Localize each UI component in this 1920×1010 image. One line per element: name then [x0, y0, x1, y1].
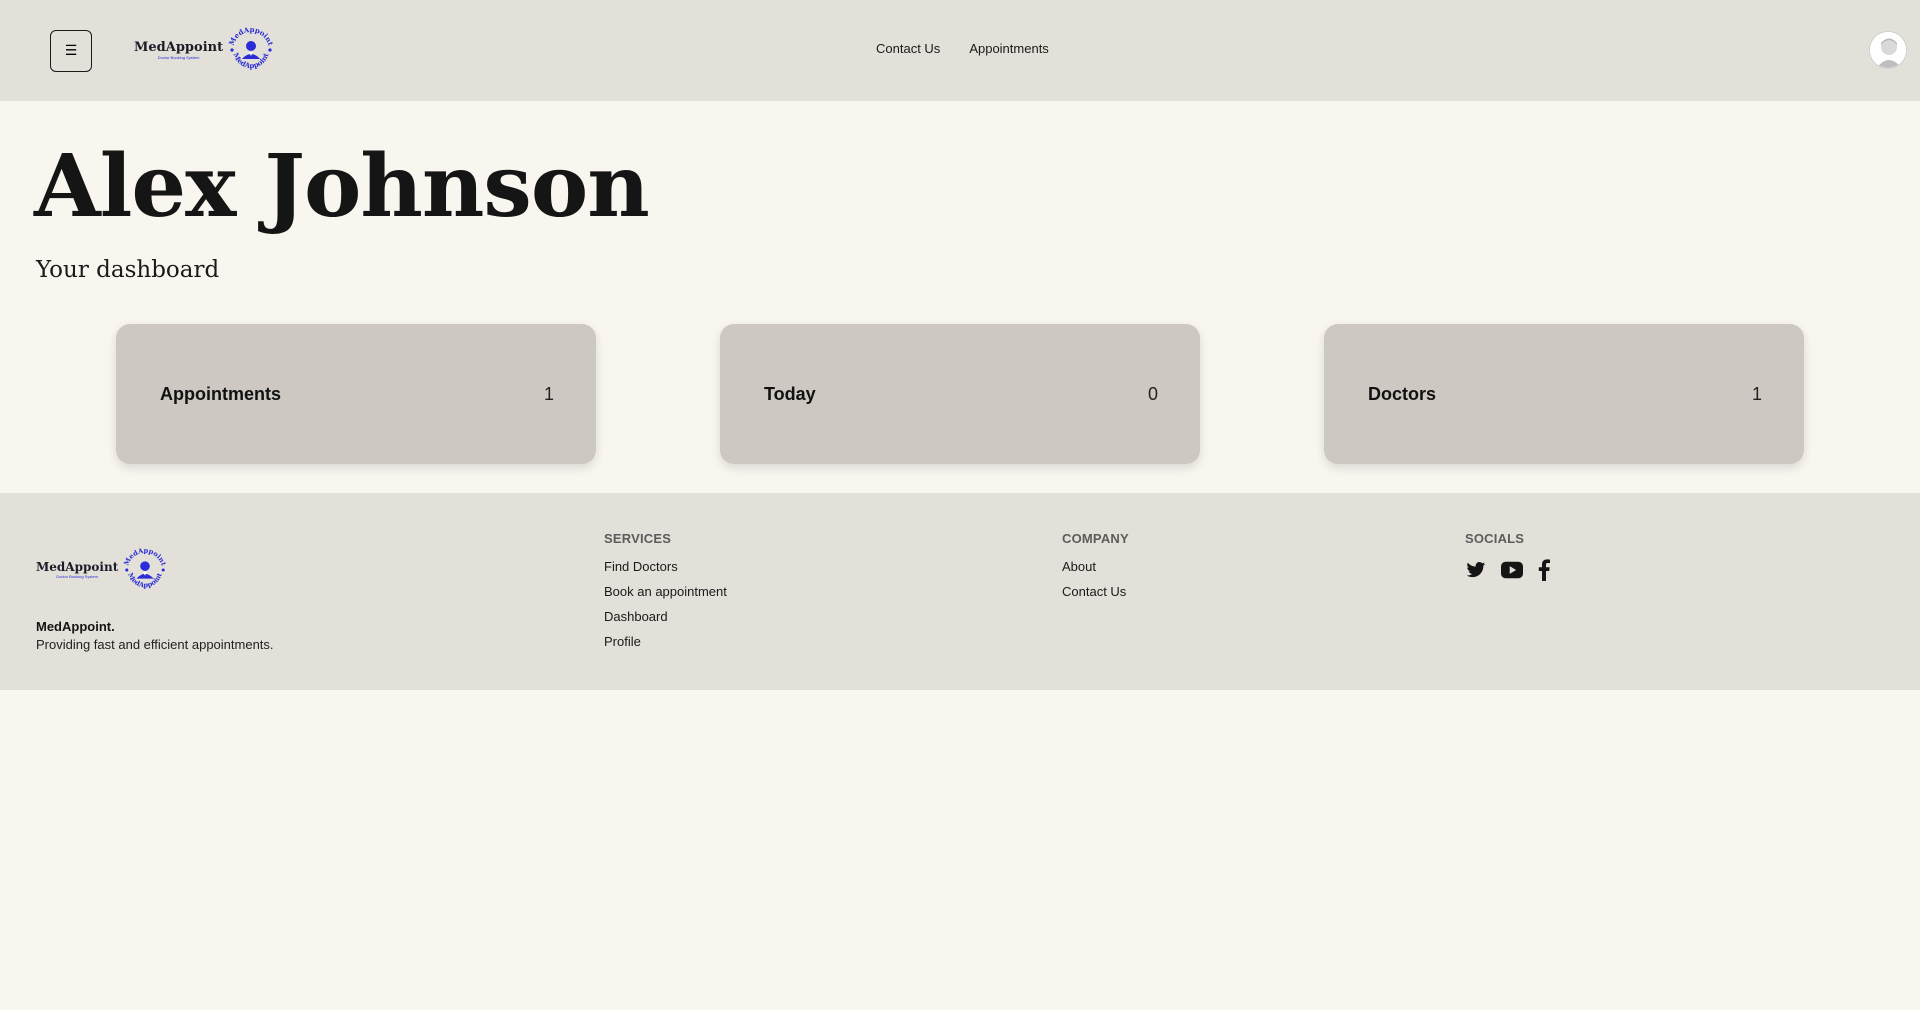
- nav-appointments-link[interactable]: Appointments: [969, 41, 1049, 56]
- footer-company-heading: COMPANY: [1062, 531, 1129, 546]
- avatar-person-icon: [1870, 32, 1906, 68]
- main-nav: Contact Us Appointments: [876, 41, 1049, 56]
- footer-dashboard-link[interactable]: Dashboard: [604, 609, 727, 625]
- footer-services-heading: SERVICES: [604, 531, 672, 546]
- today-stat-card[interactable]: Today 0: [720, 324, 1200, 464]
- header-logo[interactable]: MedAppoint Doctor Booking System MedAppo…: [134, 26, 275, 74]
- footer-socials-heading: SOCIALS: [1465, 531, 1525, 546]
- stat-label: Doctors: [1368, 383, 1437, 404]
- footer-contact-us-link[interactable]: Contact Us: [1062, 584, 1129, 600]
- footer-about-link[interactable]: About: [1062, 559, 1129, 575]
- footer-find-doctors-link[interactable]: Find Doctors: [604, 559, 727, 575]
- stat-value: 0: [1147, 383, 1158, 404]
- logo-tagline: Doctor Booking System: [157, 54, 200, 60]
- stat-label: Today: [764, 383, 816, 404]
- logo-name: MedAppoint: [36, 560, 119, 574]
- footer-company-column: COMPANY About Contact Us: [1062, 531, 1129, 609]
- footer-book-appointment-link[interactable]: Book an appointment: [604, 584, 727, 600]
- menu-button[interactable]: ☰: [50, 30, 92, 72]
- logo-emblem-icon: MedAppoint MedAppoint: [123, 547, 168, 590]
- logo-tagline: Doctor Booking System: [56, 574, 99, 579]
- logo-name: MedAppoint: [134, 39, 224, 55]
- twitter-icon[interactable]: [1465, 560, 1487, 580]
- page-subtitle: Your dashboard: [36, 257, 220, 283]
- footer-socials-column: SOCIALS: [1465, 531, 1551, 581]
- stat-label: Appointments: [160, 383, 281, 404]
- footer-services-column: SERVICES Find Doctors Book an appointmen…: [604, 531, 727, 659]
- site-footer: MedAppoint Doctor Booking System MedAppo…: [0, 493, 1920, 690]
- user-avatar[interactable]: [1869, 31, 1907, 69]
- footer-profile-link[interactable]: Profile: [604, 634, 727, 650]
- appointments-stat-card[interactable]: Appointments 1: [116, 324, 596, 464]
- page-title: Alex Johnson: [34, 136, 650, 237]
- stat-value: 1: [543, 383, 554, 404]
- nav-contact-us-link[interactable]: Contact Us: [876, 41, 940, 56]
- top-header: ☰ MedAppoint Doctor Booking System MedAp…: [0, 0, 1920, 101]
- logo-emblem-icon: MedAppoint MedAppoint: [227, 26, 275, 70]
- youtube-icon[interactable]: [1501, 561, 1523, 579]
- stat-value: 1: [1751, 383, 1762, 404]
- facebook-icon[interactable]: [1537, 559, 1551, 581]
- hamburger-icon: ☰: [64, 43, 78, 59]
- doctors-stat-card[interactable]: Doctors 1: [1324, 324, 1804, 464]
- footer-description: Providing fast and efficient appointment…: [36, 637, 274, 652]
- social-links: [1465, 559, 1551, 581]
- footer-logo[interactable]: MedAppoint Doctor Booking System MedAppo…: [36, 547, 168, 593]
- footer-brand-name: MedAppoint.: [36, 619, 115, 634]
